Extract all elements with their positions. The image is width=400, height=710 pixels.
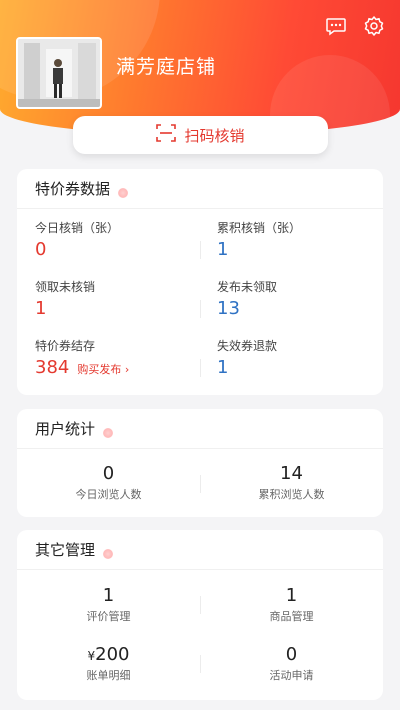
scan-verify-button[interactable]: 扫码核销 bbox=[73, 116, 328, 154]
total-visitors-stat: 14 累积浏览人数 bbox=[258, 463, 325, 501]
user-section-title: 用户统计 bbox=[17, 409, 383, 449]
coupon-data-card: 特价券数据 今日核销（张） 0 累积核销（张） 1 领取未核销 1 发布未领取 … bbox=[17, 169, 383, 395]
store-name: 满芳庭店铺 bbox=[116, 56, 217, 78]
product-management-item[interactable]: 1 商品管理 bbox=[200, 585, 383, 624]
published-unclaimed-stat: 发布未领取 13 bbox=[217, 280, 278, 319]
user-stats-card: 用户统计 0 今日浏览人数 14 累积浏览人数 bbox=[17, 409, 383, 517]
claimed-unverified-stat: 领取未核销 1 bbox=[35, 280, 96, 319]
decorative-dot bbox=[118, 187, 129, 198]
expired-refund-stat: 失效券退款 1 bbox=[217, 339, 278, 378]
buy-publish-link[interactable]: 购买发布 › bbox=[77, 363, 129, 376]
header-actions bbox=[324, 14, 386, 38]
other-section-title: 其它管理 bbox=[17, 530, 383, 570]
decorative-dot bbox=[103, 427, 114, 438]
chevron-right-icon: › bbox=[121, 363, 130, 376]
activity-application-item[interactable]: 0 活动申请 bbox=[200, 644, 383, 683]
other-management-card: 其它管理 1 评价管理 1 商品管理 ¥200 账单明细 0 活动申请 bbox=[17, 530, 383, 700]
review-management-item[interactable]: 1 评价管理 bbox=[17, 585, 200, 624]
total-verified-stat: 累积核销（张） 1 bbox=[217, 221, 302, 260]
billing-details-item[interactable]: ¥200 账单明细 bbox=[17, 644, 200, 683]
today-visitors-stat: 0 今日浏览人数 bbox=[75, 463, 142, 501]
scan-verify-label: 扫码核销 bbox=[184, 126, 245, 145]
chat-bubble-icon[interactable] bbox=[324, 14, 348, 38]
decorative-dot bbox=[103, 548, 114, 559]
coupon-section-title: 特价券数据 bbox=[17, 169, 383, 209]
coupon-balance-stat: 特价券结存 384 购买发布 › bbox=[35, 339, 130, 378]
today-verified-stat: 今日核销（张） 0 bbox=[35, 221, 120, 260]
gear-icon[interactable] bbox=[362, 14, 386, 38]
store-avatar[interactable] bbox=[16, 37, 102, 109]
scan-icon bbox=[156, 124, 177, 146]
